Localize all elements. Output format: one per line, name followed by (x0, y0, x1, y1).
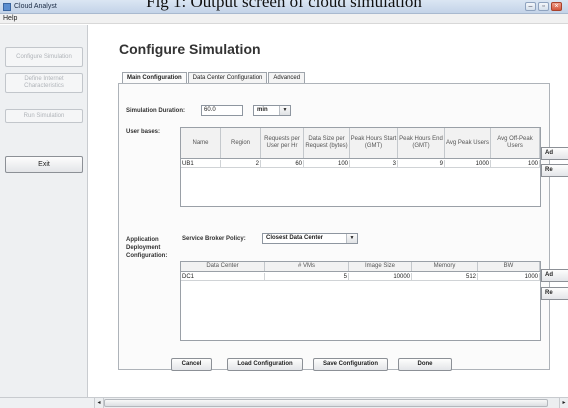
scroll-left-icon[interactable]: ◂ (95, 398, 104, 408)
column-header: Region (221, 128, 261, 158)
table-cell: 100 (304, 160, 350, 167)
service-broker-policy-select[interactable]: Closest Data Center ▼ (262, 233, 358, 244)
service-broker-policy-value: Closest Data Center (266, 235, 324, 241)
add-user-base-button[interactable]: Ad (541, 147, 568, 160)
done-button[interactable]: Done (398, 358, 452, 371)
deployment-label: Application Deployment Configuration: (126, 237, 168, 259)
table-cell: 10000 (349, 273, 412, 280)
menu-bar: Help (0, 14, 568, 24)
column-header: Image Size (349, 262, 412, 271)
column-header: Avg Peak Users (445, 128, 491, 158)
table-cell: 1000 (445, 160, 491, 167)
table-cell: 9 (398, 160, 445, 167)
table-cell: UB1 (181, 160, 221, 167)
main-area: Configure Simulation Main Configuration … (95, 25, 568, 397)
save-configuration-button[interactable]: Save Configuration (313, 358, 388, 371)
table-cell: 100 (491, 160, 540, 167)
table-cell: DC1 (181, 273, 265, 280)
sidebar-internet-button[interactable]: Define Internet Characteristics (5, 73, 83, 93)
scrollbar-thumb[interactable] (104, 399, 548, 407)
add-data-center-button[interactable]: Ad (541, 269, 568, 282)
user-bases-label: User bases: (126, 129, 161, 135)
load-configuration-button[interactable]: Load Configuration (227, 358, 303, 371)
user-bases-table[interactable]: Name Region Requests per User per Hr Dat… (180, 127, 541, 207)
column-header: BW (478, 262, 540, 271)
service-broker-policy-label: Service Broker Policy: (182, 236, 246, 242)
table-cell: 1000 (478, 273, 540, 280)
table-row[interactable]: UB1 2 60 100 3 9 1000 100 (181, 160, 540, 168)
duration-unit-value: min (257, 107, 268, 113)
table-cell: 2 (221, 160, 261, 167)
cancel-button[interactable]: Cancel (171, 358, 212, 371)
page-title: Configure Simulation (119, 41, 261, 57)
column-header: Requests per User per Hr (261, 128, 304, 158)
column-header: # VMs (265, 262, 349, 271)
table-cell: 5 (265, 273, 349, 280)
column-header: Avg Off-Peak Users (491, 128, 540, 158)
menu-help[interactable]: Help (3, 14, 17, 24)
table-cell: 60 (261, 160, 304, 167)
column-header: Data Size per Request (bytes) (304, 128, 350, 158)
sidebar-run-button[interactable]: Run Simulation (5, 109, 83, 123)
chevron-down-icon: ▼ (346, 234, 357, 243)
horizontal-scrollbar[interactable]: ◂ ▸ (95, 397, 568, 408)
table-row[interactable]: DC1 5 10000 512 1000 (181, 273, 540, 281)
deployment-header: Data Center # VMs Image Size Memory BW (181, 262, 540, 272)
figure-caption: Fig 1: Output screen of cloud simulation (146, 0, 422, 11)
deployment-table[interactable]: Data Center # VMs Image Size Memory BW D… (180, 261, 541, 341)
app-window: Cloud Analyst – ▫ × Help Fig 1: Output s… (0, 0, 568, 408)
column-header: Data Center (181, 262, 265, 271)
simulation-duration-label: Simulation Duration: (126, 108, 185, 114)
scroll-right-icon[interactable]: ▸ (559, 398, 568, 408)
remove-data-center-button[interactable]: Re (541, 287, 568, 300)
user-bases-header: Name Region Requests per User per Hr Dat… (181, 128, 540, 159)
duration-unit-select[interactable]: min ▼ (253, 105, 291, 116)
table-cell: 512 (412, 273, 478, 280)
column-header: Name (181, 128, 221, 158)
exit-button[interactable]: Exit (5, 156, 83, 173)
column-header: Peak Hours Start (GMT) (350, 128, 398, 158)
chevron-down-icon: ▼ (279, 106, 290, 115)
sidebar-configure-button[interactable]: Configure Simulation (5, 47, 83, 67)
remove-user-base-button[interactable]: Re (541, 164, 568, 177)
sidebar: Configure Simulation Define Internet Cha… (0, 25, 88, 397)
column-header: Peak Hours End (GMT) (398, 128, 445, 158)
sidebar-footer (0, 397, 95, 408)
simulation-duration-input[interactable]: 60.0 (201, 105, 243, 116)
column-header: Memory (412, 262, 478, 271)
table-cell: 3 (350, 160, 398, 167)
